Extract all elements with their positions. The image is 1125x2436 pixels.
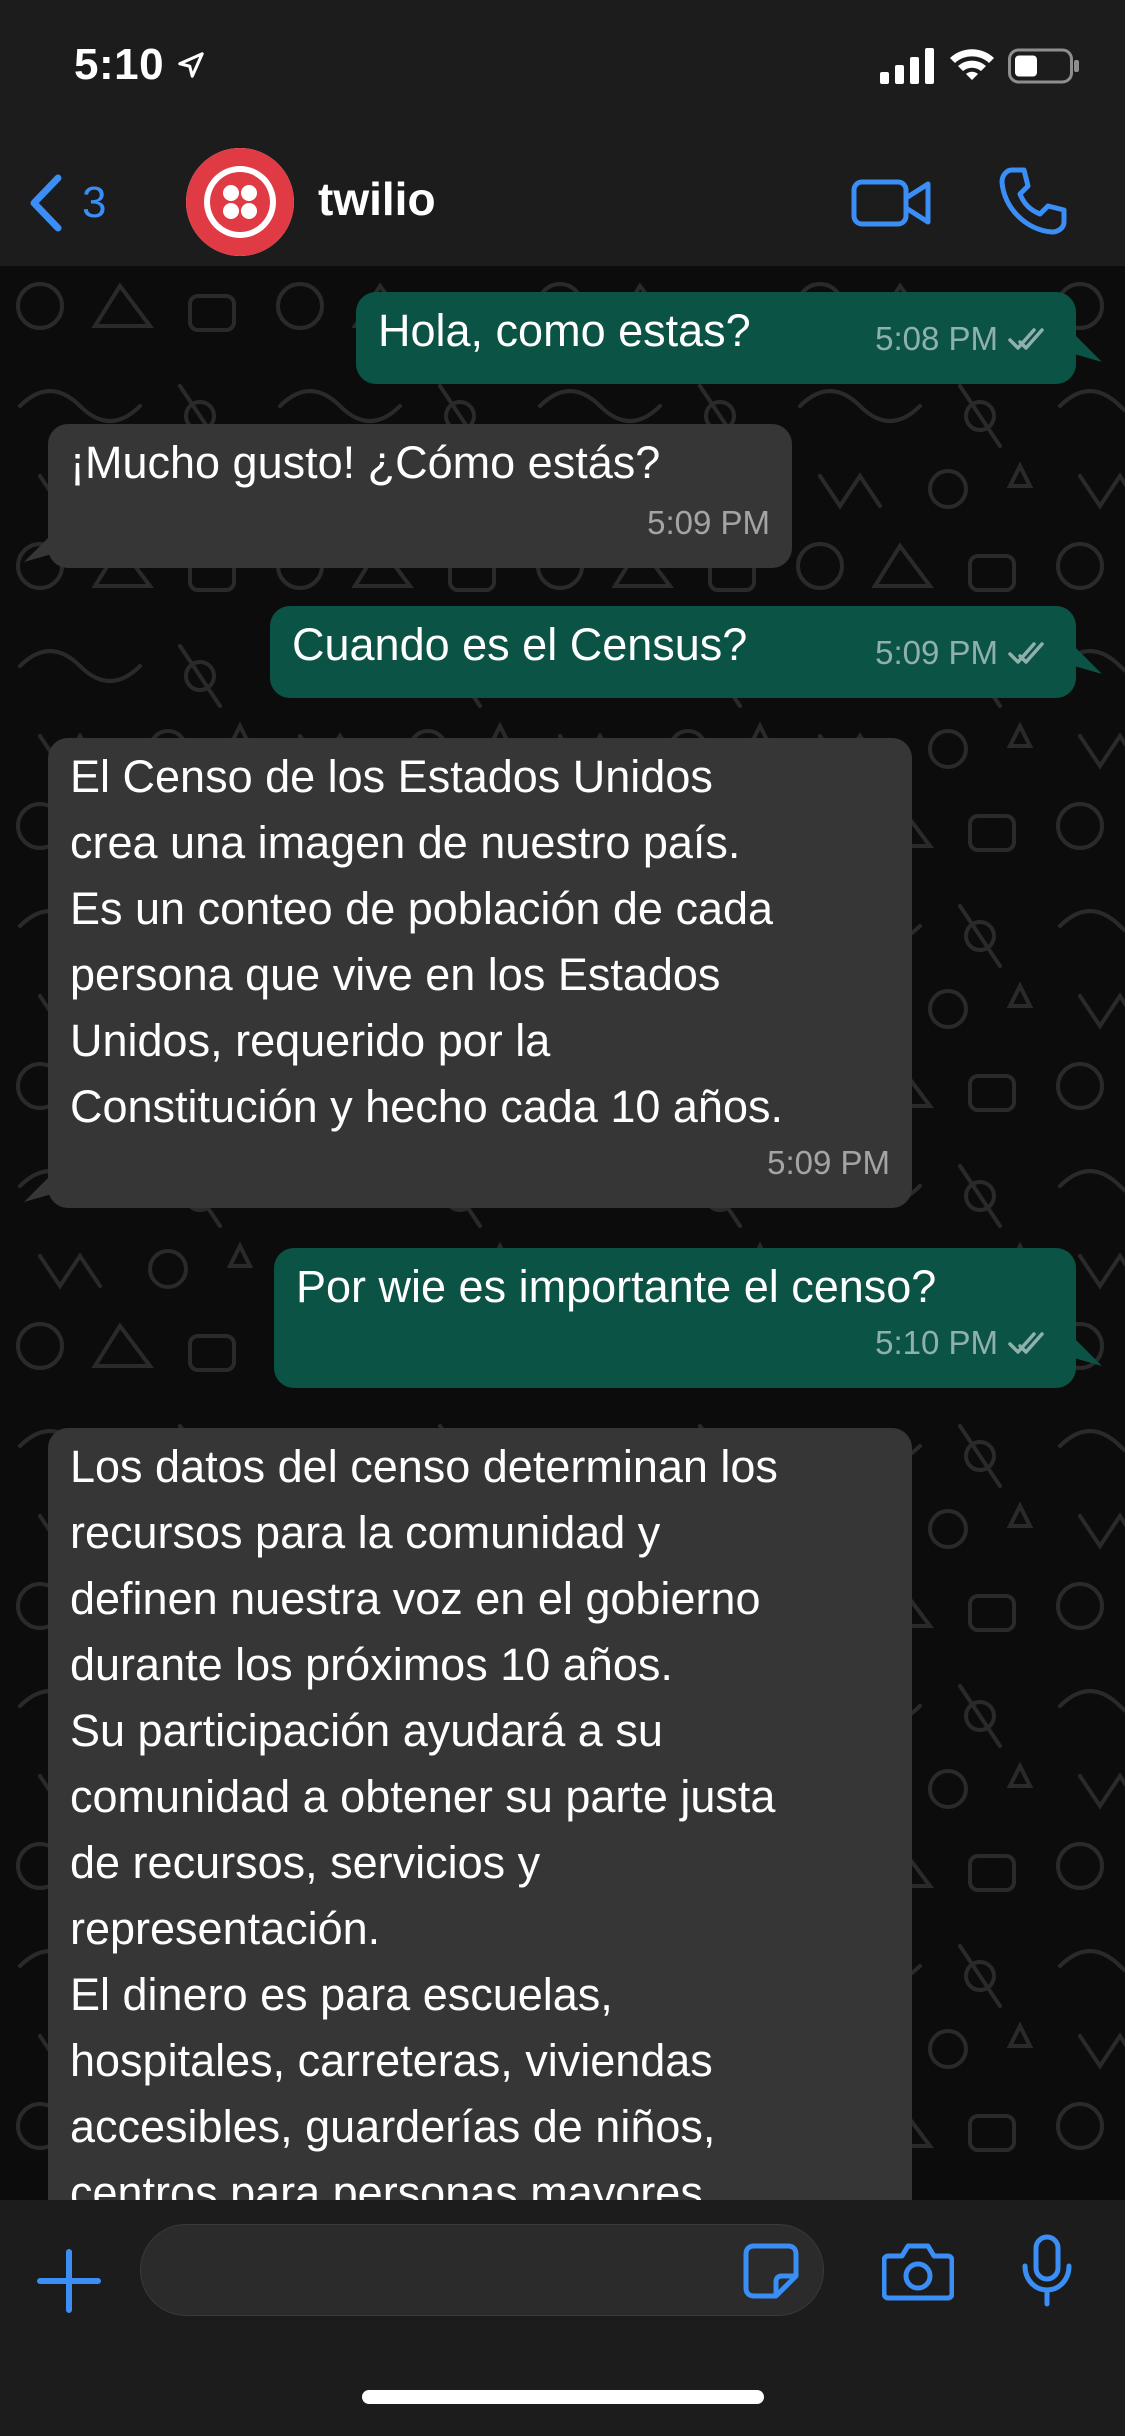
message-bubble-outgoing[interactable]: Hola, como estas? 5:08 PM bbox=[356, 292, 1076, 384]
video-call-icon[interactable] bbox=[850, 168, 932, 238]
message-meta: 5:10 PM bbox=[875, 1310, 1054, 1376]
message-meta: 5:09 PM bbox=[767, 1130, 890, 1196]
back-button[interactable]: 3 bbox=[22, 168, 132, 238]
message-time: 5:09 PM bbox=[647, 504, 770, 541]
double-check-icon bbox=[1008, 1332, 1044, 1354]
bubble-tail bbox=[1074, 334, 1102, 362]
message-bubble-incoming[interactable]: ¡Mucho gusto! ¿Cómo estás? 5:09 PM bbox=[48, 424, 792, 568]
message-text: El Censo de los Estados Unidos crea una … bbox=[70, 751, 783, 1132]
message-time: 5:10 PM bbox=[875, 1324, 998, 1361]
status-time: 5:10 bbox=[74, 40, 165, 89]
camera-icon[interactable] bbox=[882, 2240, 954, 2302]
message-text: Los datos del censo determinan los recur… bbox=[70, 1441, 778, 2200]
status-bar: 5:10 bbox=[0, 0, 1125, 140]
unread-count: 3 bbox=[82, 178, 107, 227]
message-bubble-incoming[interactable]: El Censo de los Estados Unidos crea una … bbox=[48, 738, 912, 1208]
message-input[interactable] bbox=[140, 2224, 824, 2316]
wifi-icon bbox=[950, 49, 994, 80]
sticker-icon[interactable] bbox=[742, 2242, 800, 2300]
message-bubble-outgoing[interactable]: Por wie es importante el censo? 5:10 PM bbox=[274, 1248, 1076, 1388]
chat-area[interactable]: Hola, como estas? 5:08 PM ¡Mucho gusto! … bbox=[0, 266, 1125, 2200]
message-time: 5:09 PM bbox=[875, 634, 998, 671]
bubble-tail bbox=[1074, 1338, 1102, 1366]
message-text: ¡Mucho gusto! ¿Cómo estás? bbox=[70, 437, 661, 488]
avatar[interactable] bbox=[186, 148, 294, 256]
message-meta: 5:09 PM bbox=[875, 620, 1054, 686]
double-check-icon bbox=[1008, 642, 1044, 664]
location-arrow-icon bbox=[178, 52, 204, 78]
bubble-tail bbox=[1074, 646, 1102, 674]
battery-icon bbox=[1008, 48, 1079, 84]
cellular-signal-icon bbox=[880, 48, 934, 84]
message-bubble-incoming[interactable]: Los datos del censo determinan los recur… bbox=[48, 1428, 912, 2200]
twilio-logo bbox=[186, 148, 294, 256]
double-check-icon bbox=[1008, 328, 1044, 350]
contact-name[interactable]: twilio bbox=[318, 172, 436, 226]
plus-icon[interactable] bbox=[36, 2248, 102, 2314]
message-meta: 5:08 PM bbox=[875, 306, 1054, 372]
chat-header: 3 twilio bbox=[0, 140, 1125, 267]
message-time: 5:09 PM bbox=[767, 1144, 890, 1181]
message-bubble-outgoing[interactable]: Cuando es el Census? 5:09 PM bbox=[270, 606, 1076, 698]
microphone-icon[interactable] bbox=[1020, 2234, 1074, 2308]
phone-icon[interactable] bbox=[996, 164, 1070, 238]
message-meta: 5:09 PM bbox=[647, 490, 770, 556]
home-indicator[interactable] bbox=[362, 2390, 764, 2404]
chevron-left-icon bbox=[30, 174, 62, 232]
message-time: 5:08 PM bbox=[875, 320, 998, 357]
